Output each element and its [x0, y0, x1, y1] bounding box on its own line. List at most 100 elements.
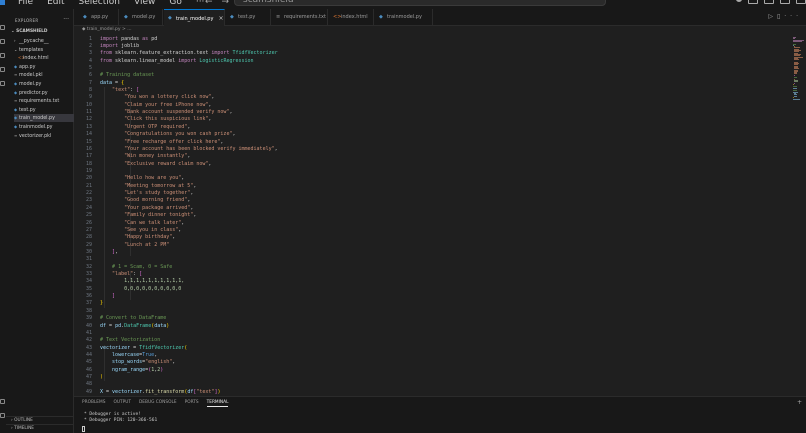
- tree-file[interactable]: ◆ predictor.py: [14, 89, 78, 97]
- code-line[interactable]: 41: [74, 330, 774, 337]
- tree-folder[interactable]: ⌄ templates: [14, 46, 78, 54]
- code-line[interactable]: 13 "Urgent OTP required",: [74, 124, 774, 131]
- toggle-secondary-sidebar-icon[interactable]: [780, 0, 790, 4]
- account-circle-icon[interactable]: [0, 399, 5, 404]
- code-line[interactable]: 35 0,0,0,0,0,0,0,0,0,0: [74, 286, 774, 293]
- panel-tab-problems[interactable]: PROBLEMS: [82, 400, 105, 407]
- code-line[interactable]: 8 "text": [: [74, 87, 774, 94]
- code-editor[interactable]: 1 import pandas as pd 2 import joblib 3 from …: [74, 34, 792, 396]
- editor-tab[interactable]: ≡ requirements.txt: [272, 9, 328, 26]
- code-line[interactable]: 15 "Free recharge offer click here",: [74, 139, 774, 146]
- code-line[interactable]: 23 "Good morning friend",: [74, 197, 774, 204]
- code-line[interactable]: 9 "You won a lottery click now",: [74, 94, 774, 101]
- tree-file[interactable]: ◆ train_model.py: [14, 114, 78, 123]
- code-line[interactable]: 6 # Training dataset: [74, 72, 774, 79]
- code-line[interactable]: 31: [74, 256, 774, 263]
- code-line[interactable]: 43 vectorizer = TfidfVectorizer(: [74, 345, 774, 352]
- code-line[interactable]: 22 "Let's study together",: [74, 190, 774, 197]
- terminal-cursor[interactable]: [82, 426, 85, 432]
- account-icon[interactable]: [736, 0, 742, 2]
- toggle-sidebar-icon[interactable]: [748, 0, 758, 4]
- source-control-icon[interactable]: [0, 53, 5, 58]
- editor-tab[interactable]: ◆ test.py: [226, 9, 271, 26]
- menu-item[interactable]: View: [134, 0, 155, 8]
- panel-tab-terminal[interactable]: TERMINAL: [206, 400, 229, 407]
- code-line[interactable]: 21 "Meeting tomorrow at 5",: [74, 183, 774, 190]
- menu-item[interactable]: Edit: [47, 0, 64, 8]
- menu-item[interactable]: ···: [196, 0, 205, 8]
- editor-tab[interactable]: ◆ trainmodel.py: [375, 9, 433, 26]
- menu-item[interactable]: Selection: [79, 0, 120, 8]
- code-line[interactable]: 12 "Click this suspicious link",: [74, 116, 774, 123]
- minimap[interactable]: [792, 34, 806, 396]
- code-line[interactable]: 5: [74, 65, 774, 72]
- customize-layout-icon[interactable]: [796, 0, 806, 4]
- code-line[interactable]: 37}: [74, 300, 774, 307]
- more-icon[interactable]: ···: [784, 13, 802, 20]
- code-line[interactable]: 40 df = pd.DataFrame(data): [74, 323, 774, 330]
- panel-tab-output[interactable]: OUTPUT: [113, 400, 131, 407]
- code-line[interactable]: 27 "See you in class",: [74, 227, 774, 234]
- tree-file[interactable]: ◆ app.py: [14, 63, 78, 71]
- editor-tab[interactable]: ◆ train_model.py ×: [164, 9, 225, 26]
- menu-item[interactable]: Go: [169, 0, 181, 8]
- code-line[interactable]: 17 "Win money instantly",: [74, 153, 774, 160]
- code-line[interactable]: 34 1,1,1,1,1,1,1,1,1,1,: [74, 278, 774, 285]
- panel-tab-debug-console[interactable]: DEBUG CONSOLE: [139, 400, 177, 407]
- code-line[interactable]: 38: [74, 308, 774, 315]
- code-line[interactable]: 39 # Convert to DataFrame: [74, 315, 774, 322]
- tree-file[interactable]: ≡ vectorizer.pkl: [14, 132, 78, 140]
- code-line[interactable]: 4 from sklearn.linear_model import Logist…: [74, 58, 774, 65]
- code-line[interactable]: 29 "Lunch at 2 PM": [74, 242, 774, 249]
- menu-item[interactable]: File: [18, 0, 33, 8]
- back-arrow-icon[interactable]: ←: [205, 0, 222, 7]
- extensions-icon[interactable]: [0, 81, 5, 86]
- code-line[interactable]: 18 "Exclusive reward claim now",: [74, 161, 774, 168]
- code-line[interactable]: 1 import pandas as pd: [74, 36, 774, 43]
- code-line[interactable]: 3 from sklearn.feature_extraction.text im…: [74, 50, 774, 57]
- more-actions-icon[interactable]: ···: [63, 16, 69, 23]
- run-debug-icon[interactable]: [0, 67, 5, 72]
- code-line[interactable]: 24 "Your package arrived",: [74, 205, 774, 212]
- tree-file[interactable]: ◆ trainmodel.py: [14, 123, 78, 131]
- workspace-folder[interactable]: ⌄ SCAMSHIELD: [11, 29, 48, 34]
- tree-file[interactable]: ◆ model.py: [14, 80, 78, 88]
- code-line[interactable]: 49 X = vectorizer.fit_transform(df["text"…: [74, 389, 774, 396]
- code-line[interactable]: 48: [74, 381, 774, 388]
- code-line[interactable]: 11 "Bank account suspended verify now",: [74, 109, 774, 116]
- timeline-section[interactable]: › TIMELINE: [6, 424, 74, 433]
- close-tab-icon[interactable]: ×: [218, 15, 223, 22]
- code-line[interactable]: 33 "label": [: [74, 271, 774, 278]
- code-line[interactable]: 10 "Claim your free iPhone now",: [74, 102, 774, 109]
- breadcrumb[interactable]: ◆ train_model.py > ...: [74, 26, 132, 34]
- code-line[interactable]: 25 "Family dinner tonight",: [74, 212, 774, 219]
- add-terminal-icon[interactable]: +: [797, 399, 802, 406]
- code-line[interactable]: 14 "Congratulations you won cash prize",: [74, 131, 774, 138]
- code-line[interactable]: 7 data = {: [74, 80, 774, 87]
- tree-file[interactable]: ≡ requirements.txt: [14, 97, 78, 105]
- code-line[interactable]: 26 "Can we talk later",: [74, 220, 774, 227]
- editor-tab[interactable]: <> index.html: [329, 9, 374, 26]
- search-icon[interactable]: [0, 39, 5, 44]
- code-line[interactable]: 2 import joblib: [74, 43, 774, 50]
- code-line[interactable]: 32 # 1 = Scam, 0 = Safe: [74, 264, 774, 271]
- editor-tab[interactable]: ◆ model.py: [120, 9, 163, 26]
- tree-file[interactable]: ◆ test.py: [14, 106, 78, 114]
- code-line[interactable]: 20 "Hello how are you",: [74, 175, 774, 182]
- editor-actions[interactable]: ▷▯···: [768, 13, 802, 20]
- tree-folder[interactable]: › __pycache__: [14, 37, 78, 45]
- command-center[interactable]: scamshield: [234, 0, 606, 6]
- code-line[interactable]: 16 "Your account has been blocked verify…: [74, 146, 774, 153]
- code-line[interactable]: 44 lowercase=True,: [74, 352, 774, 359]
- panel-tab-ports[interactable]: PORTS: [185, 400, 199, 407]
- code-line[interactable]: 19: [74, 168, 774, 175]
- explorer-icon[interactable]: [0, 25, 5, 30]
- toggle-panel-icon[interactable]: [764, 0, 774, 4]
- code-line[interactable]: 46 ngram_range=(1,2): [74, 367, 774, 374]
- tree-file[interactable]: <>index.html: [14, 54, 78, 62]
- settings-gear-icon[interactable]: [0, 413, 5, 418]
- tree-file[interactable]: ≡ model.pkl: [14, 71, 78, 79]
- code-line[interactable]: 28 "Happy birthday",: [74, 234, 774, 241]
- code-line[interactable]: 30 ],: [74, 249, 774, 256]
- run-icon[interactable]: ▷: [768, 13, 777, 20]
